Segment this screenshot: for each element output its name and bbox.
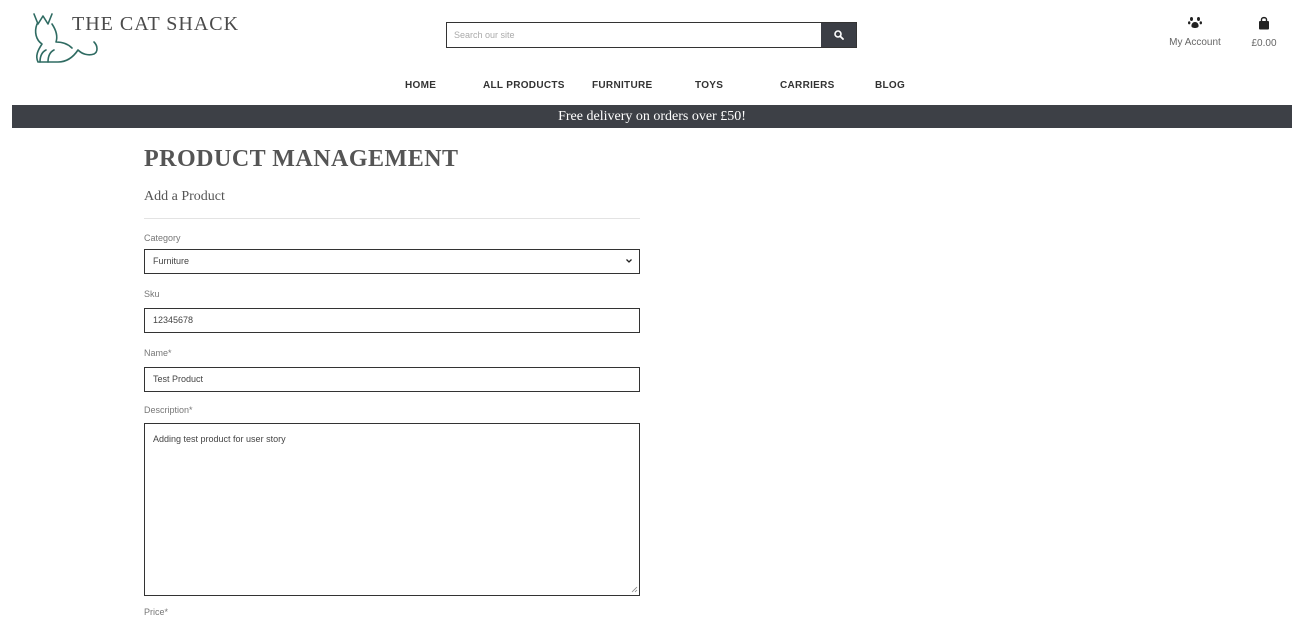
divider: [144, 218, 640, 219]
description-textarea[interactable]: Adding test product for user story: [144, 423, 640, 596]
page-subtitle: Add a Product: [144, 189, 225, 204]
price-label: Price*: [144, 607, 169, 617]
brand-name: THE CAT SHACK: [72, 13, 240, 35]
nav-home[interactable]: HOME: [405, 80, 436, 91]
chevron-down-icon: [626, 259, 632, 263]
site-logo[interactable]: THE CAT SHACK: [28, 10, 238, 66]
paw-icon: [1188, 17, 1202, 28]
my-account-label: My Account: [1169, 37, 1221, 48]
product-management-form: PRODUCT MANAGEMENT Add a Product Categor…: [144, 140, 641, 617]
site-header: THE CAT SHACK My Account £0.00: [0, 0, 1299, 105]
page-title: PRODUCT MANAGEMENT: [144, 146, 459, 172]
resize-handle-icon[interactable]: [631, 586, 638, 593]
name-input[interactable]: Test Product: [144, 367, 640, 392]
search-input[interactable]: [447, 23, 821, 47]
bag-total: £0.00: [1251, 38, 1277, 49]
category-label: Category: [144, 233, 181, 243]
nav-carriers[interactable]: CARRIERS: [780, 80, 835, 91]
category-select[interactable]: Furniture: [144, 249, 640, 274]
nav-toys[interactable]: TOYS: [695, 80, 723, 91]
name-label: Name*: [144, 348, 172, 358]
description-label: Description*: [144, 405, 193, 415]
site-search: [446, 22, 857, 48]
sku-input[interactable]: 12345678: [144, 308, 640, 333]
delivery-banner: Free delivery on orders over £50!: [12, 105, 1292, 128]
nav-blog[interactable]: BLOG: [875, 80, 905, 91]
shopping-bag-icon: [1259, 16, 1269, 30]
search-button[interactable]: [821, 23, 856, 47]
shopping-bag-link[interactable]: £0.00: [1244, 16, 1284, 49]
main-nav: HOME ALL PRODUCTS FURNITURE TOYS CARRIER…: [0, 80, 1299, 98]
sku-label: Sku: [144, 289, 160, 299]
search-icon: [833, 30, 844, 40]
nav-furniture[interactable]: FURNITURE: [592, 80, 652, 91]
my-account-link[interactable]: My Account: [1165, 16, 1225, 48]
nav-all-products[interactable]: ALL PRODUCTS: [483, 80, 565, 91]
category-selected-value: Furniture: [153, 256, 190, 266]
